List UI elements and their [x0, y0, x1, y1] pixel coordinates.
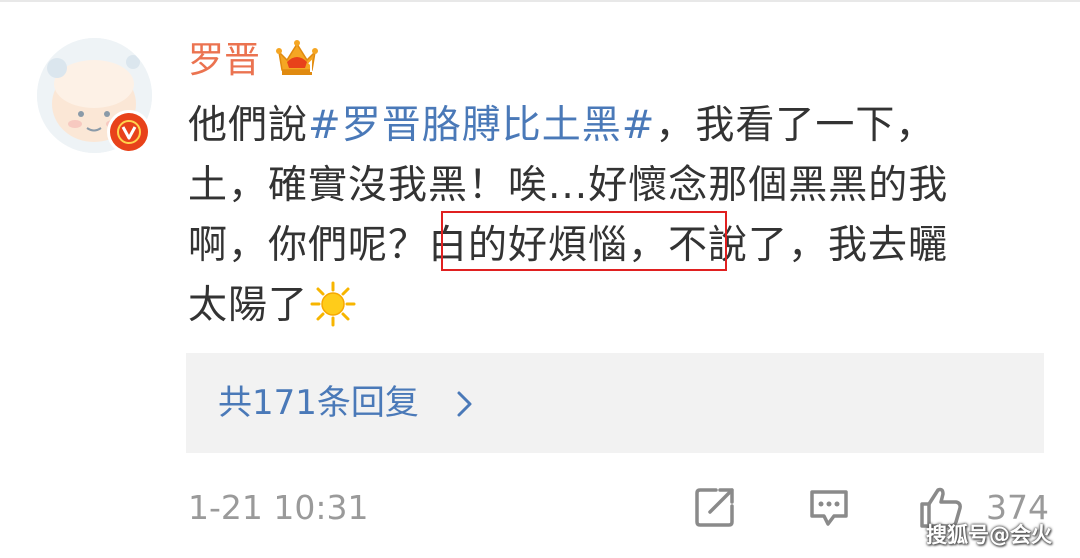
comment-icon[interactable]	[806, 484, 852, 530]
reply-summary-box[interactable]: 共171条回复	[186, 353, 1044, 453]
content-text: 太陽了	[188, 283, 309, 328]
share-icon[interactable]	[692, 484, 738, 530]
verified-badge	[107, 110, 151, 154]
username[interactable]: 罗晋	[188, 36, 260, 86]
chevron-right-icon	[457, 391, 472, 417]
content-line-2: 土，確實沒我黑！唉...好懷念那個黑黑的我	[188, 163, 949, 208]
watermark: 搜狐号@会火	[926, 523, 1052, 547]
content-text: ，我看了一下，	[655, 103, 936, 148]
content-text: 啊，你們呢？	[188, 223, 429, 268]
crown-vip-icon[interactable]	[275, 38, 319, 78]
post-timestamp: 1-21 10:31	[188, 488, 369, 527]
highlight-box	[441, 211, 727, 271]
content-text: 他們說	[188, 103, 309, 148]
sun-emoji-icon	[310, 281, 356, 326]
top-divider	[0, 0, 1080, 2]
reply-count-link[interactable]: 共171条回复	[218, 379, 419, 427]
content-line-4: 太陽了	[188, 276, 1048, 336]
hashtag-link[interactable]: #罗晋胳膊比土黑#	[308, 103, 655, 148]
verified-v-icon	[117, 120, 141, 144]
content-line-1: 他們說#罗晋胳膊比土黑#，我看了一下，	[188, 96, 1048, 156]
